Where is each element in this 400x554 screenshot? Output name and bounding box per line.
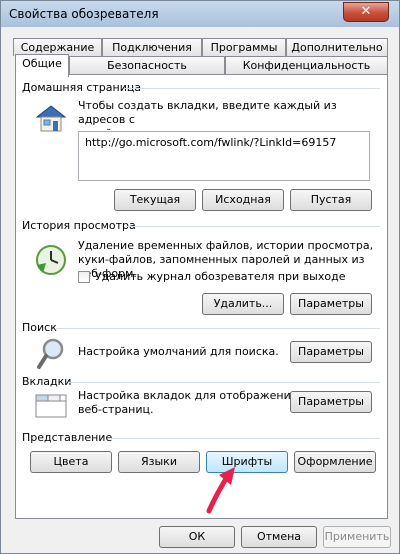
tab-general[interactable]: Общие xyxy=(15,54,69,77)
search-divider xyxy=(56,328,380,329)
delete-history-on-exit-label: Удалить журнал обозревателя при выходе xyxy=(95,270,346,283)
window-title: Свойства обозревателя xyxy=(9,7,159,21)
close-button[interactable]: ✕ xyxy=(343,2,389,22)
tabs-divider xyxy=(68,382,380,383)
tab-advanced[interactable]: Дополнительно xyxy=(286,38,388,56)
home-page-url-field[interactable]: http://go.microsoft.com/fwlink/?LinkId=6… xyxy=(78,131,370,181)
tab-programs[interactable]: Программы xyxy=(202,38,286,56)
tab-label: Подключения xyxy=(112,41,192,54)
appearance-title: Представление xyxy=(22,431,113,444)
close-icon: ✕ xyxy=(360,4,372,19)
home-page-url: http://go.microsoft.com/fwlink/?LinkId=6… xyxy=(85,136,337,149)
colors-button[interactable]: Цвета xyxy=(30,451,112,473)
tab-label: Безопасность xyxy=(107,59,187,72)
home-icon xyxy=(35,105,67,132)
appearance-divider xyxy=(108,438,380,439)
tabs-description-line: веб-страниц. xyxy=(78,403,154,416)
tab-label: Содержание xyxy=(20,41,95,54)
home-description-line: Чтобы создать вкладки, введите каждый из… xyxy=(78,99,337,126)
history-title: История просмотра xyxy=(22,219,136,232)
search-magnifier-icon xyxy=(37,338,64,369)
cancel-button[interactable]: Отмена xyxy=(241,526,317,548)
use-current-button[interactable]: Текущая xyxy=(114,189,196,211)
tab-privacy[interactable]: Конфиденциальность xyxy=(225,56,388,74)
tab-label: Дополнительно xyxy=(291,41,383,54)
tabs-window-icon xyxy=(35,394,67,418)
accessibility-button[interactable]: Оформление xyxy=(294,451,376,473)
annotation-arrow-icon xyxy=(206,467,235,514)
dialog-body: Содержание Подключения Программы Дополни… xyxy=(7,28,393,548)
history-divider xyxy=(126,226,380,227)
internet-options-window: Свойства обозревателя ✕ Содержание Подкл… xyxy=(0,0,400,554)
use-default-button[interactable]: Исходная xyxy=(202,189,284,211)
delete-history-on-exit-checkbox[interactable] xyxy=(78,271,90,283)
tab-connections[interactable]: Подключения xyxy=(102,38,202,56)
ok-button[interactable]: ОК xyxy=(159,526,235,548)
tabs-title: Вкладки xyxy=(22,375,72,388)
use-blank-button[interactable]: Пустая xyxy=(290,189,372,211)
home-divider xyxy=(124,88,380,89)
tab-label: Программы xyxy=(210,41,278,54)
tabs-description: Настройка вкладок для отображения веб-ст… xyxy=(78,389,297,417)
search-description: Настройка умолчаний для поиска. xyxy=(78,345,279,358)
search-title: Поиск xyxy=(22,321,57,334)
apply-button[interactable]: Применить xyxy=(323,526,391,548)
title-bar[interactable]: Свойства обозревателя ✕ xyxy=(1,1,399,27)
tabs-settings-button[interactable]: Параметры xyxy=(290,391,372,413)
tab-label: Конфиденциальность xyxy=(242,59,371,72)
tabs-description-line: Настройка вкладок для отображения xyxy=(78,389,298,402)
history-description-line: Удаление временных файлов, истории просм… xyxy=(78,239,374,252)
history-clock-icon xyxy=(36,245,66,275)
delete-history-button[interactable]: Удалить... xyxy=(202,293,284,315)
tab-label: Общие xyxy=(22,57,62,70)
history-settings-button[interactable]: Параметры xyxy=(290,293,372,315)
search-settings-button[interactable]: Параметры xyxy=(290,341,372,363)
tab-security[interactable]: Безопасность xyxy=(69,56,225,74)
general-tab-panel: Домашняя страница Чтобы создать вкладки,… xyxy=(15,74,388,519)
languages-button[interactable]: Языки xyxy=(118,451,200,473)
